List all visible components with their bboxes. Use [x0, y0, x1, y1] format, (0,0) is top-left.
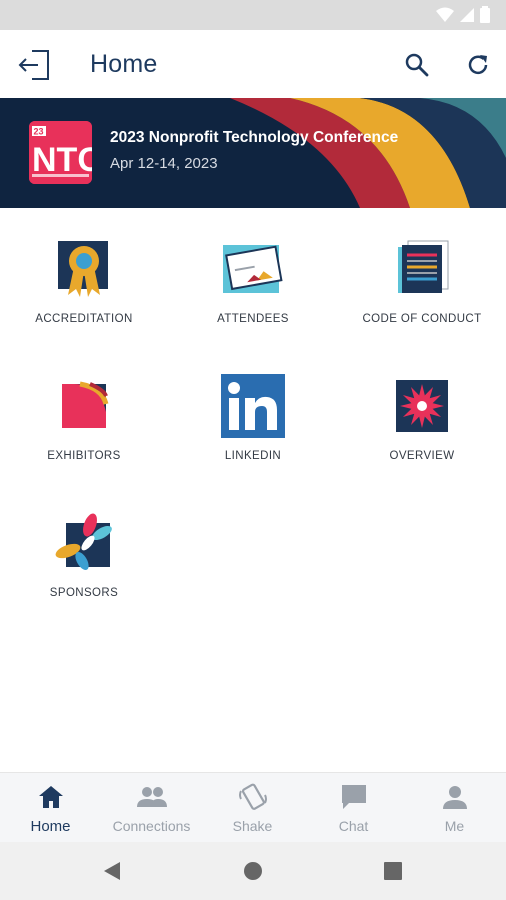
nav-connections[interactable]: Connections: [101, 773, 202, 843]
system-nav-bar: [0, 842, 506, 900]
app-bar: Home: [0, 30, 506, 98]
nav-home[interactable]: Home: [0, 773, 101, 843]
bottom-nav: Home Connections Shake Chat Me: [0, 772, 506, 842]
grid-item-label: CODE OF CONDUCT: [362, 313, 482, 325]
linkedin-icon: [221, 374, 285, 438]
nav-label: Chat: [338, 818, 369, 834]
conference-banner: 23 NTC 2023 Nonprofit Technology Confere…: [0, 98, 506, 208]
svg-text:23: 23: [34, 127, 44, 137]
nav-label: Connections: [112, 818, 191, 834]
conference-dates: Apr 12-14, 2023: [110, 155, 218, 172]
exit-icon[interactable]: [18, 49, 52, 81]
grid-item-linkedin[interactable]: LINKEDIN: [169, 374, 337, 462]
refresh-icon[interactable]: [465, 52, 491, 78]
color-arcs-icon: [62, 381, 109, 428]
status-bar: [0, 0, 506, 30]
grid-item-label: ATTENDEES: [217, 313, 289, 325]
back-triangle-icon[interactable]: [102, 861, 122, 881]
grid-item-overview[interactable]: OVERVIEW: [338, 374, 506, 462]
grid-item-label: EXHIBITORS: [47, 450, 121, 462]
name-card-icon: [223, 245, 283, 293]
grid-item-label: ACCREDITATION: [35, 313, 133, 325]
battery-icon: [480, 6, 490, 23]
ntc-logo: 23 NTC: [29, 121, 92, 184]
nav-me[interactable]: Me: [404, 773, 505, 843]
starburst-icon: [396, 380, 448, 432]
document-icon: [398, 240, 449, 293]
grid-item-sponsors[interactable]: SPONSORS: [0, 511, 168, 599]
grid-item-label: SPONSORS: [49, 587, 119, 599]
grid-item-label: OVERVIEW: [389, 450, 455, 462]
home-circle-icon[interactable]: [243, 861, 263, 881]
ribbon-award-icon: [58, 241, 108, 297]
nav-chat[interactable]: Chat: [303, 773, 404, 843]
nav-label: Home: [30, 818, 71, 835]
person-icon: [442, 786, 467, 809]
page-title: Home: [90, 50, 158, 78]
grid-item-accreditation[interactable]: ACCREDITATION: [0, 237, 168, 325]
shake-phone-icon: [238, 783, 267, 810]
signal-icon: [460, 7, 474, 22]
recents-square-icon[interactable]: [384, 862, 402, 880]
search-icon[interactable]: [404, 52, 430, 78]
petals-icon: [55, 513, 112, 571]
grid-item-label: LINKEDIN: [224, 450, 282, 462]
svg-text:NTC: NTC: [32, 141, 92, 179]
conference-title: 2023 Nonprofit Technology Conference: [110, 129, 399, 146]
nav-label: Me: [444, 818, 465, 834]
grid-item-exhibitors[interactable]: EXHIBITORS: [0, 374, 168, 462]
nav-shake[interactable]: Shake: [202, 773, 303, 843]
people-icon: [136, 787, 167, 807]
wifi-icon: [436, 7, 454, 22]
grid-item-attendees[interactable]: ATTENDEES: [169, 237, 337, 325]
nav-label: Shake: [232, 818, 273, 834]
grid-item-code-of-conduct[interactable]: CODE OF CONDUCT: [338, 237, 506, 325]
home-icon: [38, 786, 63, 808]
chat-bubble-icon: [341, 785, 366, 809]
